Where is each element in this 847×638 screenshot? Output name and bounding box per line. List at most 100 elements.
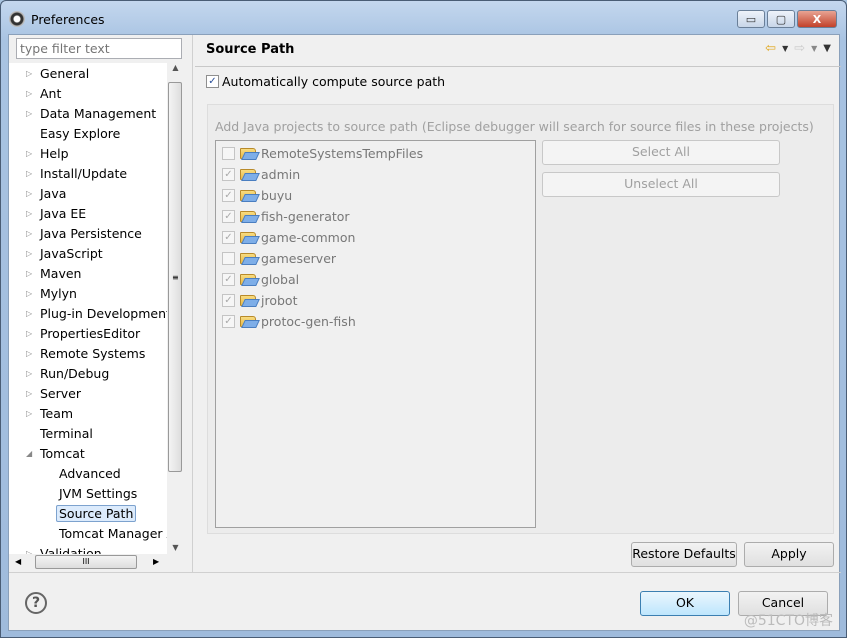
tree-item[interactable]: ▷ Maven (26, 264, 82, 284)
tree-item[interactable]: Advanced (59, 464, 121, 484)
close-button[interactable]: X (797, 10, 837, 28)
tree-item[interactable]: JVM Settings (59, 484, 137, 504)
ok-button[interactable]: OK (640, 591, 730, 616)
forward-menu-icon[interactable]: ▼ (811, 41, 817, 57)
checkbox[interactable]: ✓ (222, 210, 235, 223)
minimize-button[interactable]: ▭ (737, 10, 765, 28)
project-item[interactable]: ✓ game-common (222, 227, 355, 248)
expand-arrow-icon[interactable]: ▷ (26, 544, 32, 554)
tree-item[interactable]: ▷ Ant (26, 84, 61, 104)
project-folder-icon (240, 190, 256, 201)
maximize-button[interactable]: ▢ (767, 10, 795, 28)
project-name: admin (261, 167, 301, 182)
project-item[interactable]: ✓ protoc-gen-fish (222, 311, 356, 332)
projects-group: Add Java projects to source path (Eclips… (207, 104, 834, 534)
tree-item-label: PropertiesEditor (40, 326, 141, 341)
project-item[interactable]: ✓ buyu (222, 185, 292, 206)
tree-item-label: Install/Update (40, 166, 128, 181)
back-menu-icon[interactable]: ▼ (782, 41, 788, 57)
project-name: global (261, 272, 300, 287)
tree-item[interactable]: ▷ General (26, 64, 89, 84)
checkbox[interactable] (222, 147, 235, 160)
tree-item[interactable]: ◢ Tomcat (26, 444, 85, 464)
project-item[interactable]: ✓ admin (222, 164, 300, 185)
project-item[interactable]: ✓ global (222, 269, 299, 290)
auto-compute-checkbox[interactable]: ✓ Automatically compute source path (206, 74, 445, 89)
checkbox[interactable]: ✓ (206, 75, 219, 88)
expand-arrow-icon[interactable]: ▷ (26, 244, 32, 264)
projects-hint: Add Java projects to source path (Eclips… (215, 119, 814, 134)
tree-horizontal-scrollbar[interactable]: ◀ III ▶ (9, 554, 167, 571)
help-icon[interactable]: ? (25, 592, 47, 614)
expand-arrow-icon[interactable]: ▷ (26, 304, 32, 324)
expand-arrow-icon[interactable]: ▷ (26, 204, 32, 224)
expand-arrow-icon[interactable]: ▷ (26, 184, 32, 204)
tree-item[interactable]: ▷ Data Management (26, 104, 156, 124)
project-folder-icon (240, 295, 256, 306)
apply-button[interactable]: Apply (744, 542, 834, 567)
tree-item-label: Source Path (56, 505, 137, 522)
unselect-all-button[interactable]: Unselect All (542, 172, 780, 197)
expand-arrow-icon[interactable]: ▷ (26, 224, 32, 244)
checkbox[interactable]: ✓ (222, 189, 235, 202)
collapse-arrow-icon[interactable]: ◢ (26, 444, 32, 464)
tree-item[interactable]: Terminal (40, 424, 93, 444)
project-folder-icon (240, 316, 256, 327)
tree-item[interactable]: ▷ Run/Debug (26, 364, 109, 384)
expand-arrow-icon[interactable]: ▷ (26, 144, 32, 164)
tree-item[interactable]: ▷ Java EE (26, 204, 86, 224)
tree-item[interactable]: ▷ Java (26, 184, 66, 204)
tree-item[interactable]: ▷ Plug-in Development (26, 304, 167, 324)
checkbox[interactable]: ✓ (222, 168, 235, 181)
tree-item[interactable]: ▷ PropertiesEditor (26, 324, 141, 344)
view-menu-icon[interactable]: ▼ (823, 41, 831, 57)
expand-arrow-icon[interactable]: ▷ (26, 364, 32, 384)
scrollbar-thumb[interactable]: III (35, 555, 137, 569)
project-item[interactable]: ✓ fish-generator (222, 206, 350, 227)
project-item[interactable]: gameserver (222, 248, 336, 269)
expand-arrow-icon[interactable]: ▷ (26, 164, 32, 184)
forward-arrow-icon[interactable]: ⇨ (794, 41, 805, 57)
tree-vertical-scrollbar[interactable]: ▲ ≡ ▼ (167, 63, 184, 554)
tree-item[interactable]: ▷ Team (26, 404, 73, 424)
filter-input[interactable] (16, 38, 182, 59)
tree-item[interactable]: Tomcat Manager A (59, 524, 167, 544)
tree-item[interactable]: ▷ Java Persistence (26, 224, 142, 244)
window-title: Preferences (31, 11, 105, 27)
project-name: game-common (261, 230, 356, 245)
tree-item[interactable]: Easy Explore (40, 124, 120, 144)
tree-item-label: Maven (40, 266, 82, 281)
select-all-button[interactable]: Select All (542, 140, 780, 165)
tree-item[interactable]: ▷ Server (26, 384, 81, 404)
projects-list: RemoteSystemsTempFiles ✓ admin ✓ buyu ✓ fish-g… (215, 140, 536, 528)
expand-arrow-icon[interactable]: ▷ (26, 344, 32, 364)
expand-arrow-icon[interactable]: ▷ (26, 384, 32, 404)
expand-arrow-icon[interactable]: ▷ (26, 404, 32, 424)
expand-arrow-icon[interactable]: ▷ (26, 84, 32, 104)
project-item[interactable]: ✓ jrobot (222, 290, 297, 311)
tree-item-label: Help (40, 146, 69, 161)
tree-item[interactable]: ▷ Validation (26, 544, 102, 554)
expand-arrow-icon[interactable]: ▷ (26, 104, 32, 124)
checkbox[interactable] (222, 252, 235, 265)
tree-item[interactable]: ▷ JavaScript (26, 244, 103, 264)
checkbox[interactable]: ✓ (222, 273, 235, 286)
tree-item[interactable]: ▷ Mylyn (26, 284, 77, 304)
checkbox[interactable]: ✓ (222, 315, 235, 328)
tree-item[interactable]: ▷ Install/Update (26, 164, 128, 184)
expand-arrow-icon[interactable]: ▷ (26, 324, 32, 344)
project-item[interactable]: RemoteSystemsTempFiles (222, 143, 423, 164)
restore-defaults-button[interactable]: Restore Defaults (631, 542, 737, 567)
checkbox[interactable]: ✓ (222, 231, 235, 244)
tree-item-label: Server (40, 386, 81, 401)
tree-item[interactable]: ▷ Remote Systems (26, 344, 145, 364)
checkbox[interactable]: ✓ (222, 294, 235, 307)
back-arrow-icon[interactable]: ⇦ (765, 41, 776, 57)
expand-arrow-icon[interactable]: ▷ (26, 264, 32, 284)
tree-item[interactable]: Source Path (56, 504, 137, 524)
tree-item[interactable]: ▷ Help (26, 144, 69, 164)
expand-arrow-icon[interactable]: ▷ (26, 284, 32, 304)
scrollbar-thumb[interactable]: ≡ (168, 82, 182, 472)
title-bar: Preferences (9, 9, 105, 29)
expand-arrow-icon[interactable]: ▷ (26, 64, 32, 84)
